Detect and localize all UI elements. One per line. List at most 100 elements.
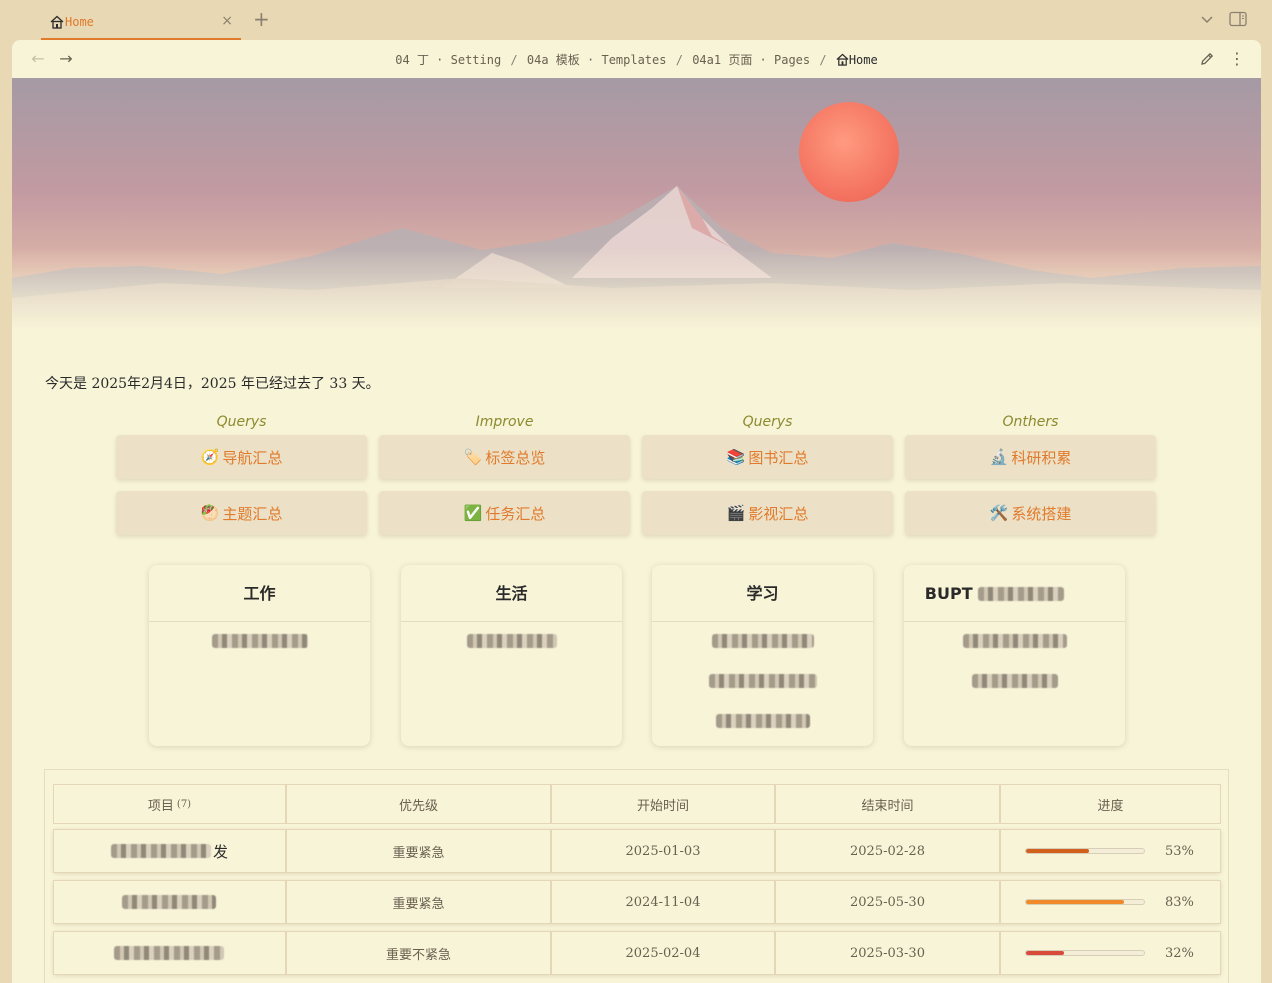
- card-title: BUPT: [904, 565, 1125, 622]
- progress-bar: [1025, 950, 1145, 956]
- tab-bar: Home × +: [0, 0, 1272, 40]
- redacted-text: [110, 844, 211, 858]
- microscope-icon: 🔬: [989, 448, 1009, 466]
- breadcrumb: 04 丁 · Setting / 04a 模板 · Templates / 04…: [12, 51, 1261, 68]
- card-work: 工作: [149, 565, 370, 746]
- priority-cell: 重要紧急: [286, 829, 551, 873]
- column-header-start[interactable]: 开始时间: [551, 784, 775, 824]
- clapperboard-icon: 🎬: [726, 504, 746, 522]
- palette-icon: 🥙: [200, 504, 220, 522]
- card-link[interactable]: [971, 674, 1058, 688]
- research-button[interactable]: 🔬 科研积累: [905, 435, 1156, 479]
- row-count-badge: (7): [176, 798, 192, 810]
- column-heading: Querys: [742, 414, 793, 430]
- header-label: 项目: [147, 798, 174, 814]
- project-cell[interactable]: [53, 931, 286, 975]
- chevron-down-icon[interactable]: [1199, 11, 1215, 27]
- column-header-priority[interactable]: 优先级: [286, 784, 551, 824]
- card-link[interactable]: [708, 674, 817, 688]
- card-link[interactable]: [711, 634, 814, 648]
- film-summary-button[interactable]: 🎬 影视汇总: [642, 491, 893, 535]
- end-date-cell: 2025-02-28: [775, 829, 1000, 873]
- end-date-cell: 2025-03-30: [775, 931, 1000, 975]
- button-label: 图书汇总: [748, 448, 809, 467]
- button-label: 系统搭建: [1011, 504, 1072, 523]
- column-header-project[interactable]: 项目 (7): [53, 784, 286, 824]
- topic-summary-button[interactable]: 🥙 主题汇总: [116, 491, 367, 535]
- tab-title: Home: [65, 15, 94, 29]
- progress-fill: [1026, 951, 1064, 955]
- card-title-text: BUPT: [924, 584, 973, 603]
- book-summary-button[interactable]: 📚 图书汇总: [642, 435, 893, 479]
- tab-close-icon[interactable]: ×: [221, 13, 233, 29]
- card-title: 学习: [652, 565, 873, 622]
- start-date-cell: 2025-01-03: [551, 829, 775, 873]
- column-heading: Onthers: [1002, 414, 1059, 430]
- button-label: 主题汇总: [222, 504, 283, 523]
- card-link[interactable]: [962, 634, 1067, 648]
- view-header: ← → 04 丁 · Setting / 04a 模板 · Templates …: [12, 40, 1261, 78]
- card-link[interactable]: [715, 714, 810, 728]
- start-date-cell: 2024-11-04: [551, 880, 775, 924]
- redacted-text: [113, 946, 224, 960]
- system-build-button[interactable]: 🛠️ 系统搭建: [905, 491, 1156, 535]
- column-header-progress[interactable]: 进度: [1000, 784, 1221, 824]
- edit-pencil-icon[interactable]: [1199, 51, 1215, 67]
- progress-percent: 83%: [1165, 894, 1194, 910]
- sidebar-toggle-icon[interactable]: [1229, 11, 1247, 27]
- breadcrumb-separator: /: [675, 53, 683, 67]
- start-date-cell: 2025-02-04: [551, 931, 775, 975]
- button-label: 影视汇总: [748, 504, 809, 523]
- breadcrumb-separator: /: [510, 53, 518, 67]
- button-label: 标签总览: [485, 448, 546, 467]
- progress-cell: 32%: [1000, 931, 1221, 975]
- compass-icon: 🧭: [200, 448, 220, 466]
- breadcrumb-templates[interactable]: 04a 模板 · Templates: [527, 53, 667, 67]
- checkmark-icon: ✅: [463, 504, 483, 522]
- note-pane: ← → 04 丁 · Setting / 04a 模板 · Templates …: [12, 40, 1261, 983]
- progress-cell: 83%: [1000, 880, 1221, 924]
- card-title: 工作: [149, 565, 370, 622]
- table-header-row: 项目 (7) 优先级 开始时间 结束时间 进度: [53, 784, 1221, 824]
- more-options-icon[interactable]: ⋮: [1229, 49, 1245, 69]
- table-row[interactable]: 重要不紧急 2025-02-04 2025-03-30 32%: [53, 931, 1221, 975]
- column-heading: Querys: [216, 414, 267, 430]
- button-label: 科研积累: [1011, 448, 1072, 467]
- card-bupt: BUPT: [904, 565, 1125, 746]
- project-cell[interactable]: [53, 880, 286, 924]
- card-link[interactable]: [211, 634, 308, 648]
- progress-bar: [1025, 899, 1145, 905]
- progress-fill: [1026, 900, 1124, 904]
- tag-overview-button[interactable]: 🏷️ 标签总览: [379, 435, 630, 479]
- new-tab-icon[interactable]: +: [253, 7, 270, 31]
- banner-image: [12, 78, 1261, 330]
- button-label: 导航汇总: [222, 448, 283, 467]
- column-header-end[interactable]: 结束时间: [775, 784, 1000, 824]
- date-summary: 今天是 2025年2月4日，2025 年已经过去了 33 天。: [45, 376, 380, 392]
- priority-cell: 重要紧急: [286, 880, 551, 924]
- card-title: 生活: [401, 565, 622, 622]
- breadcrumb-current[interactable]: Home: [849, 53, 878, 67]
- breadcrumb-pages[interactable]: 04a1 页面 · Pages: [692, 53, 810, 67]
- tab-home[interactable]: Home ×: [41, 6, 241, 40]
- tag-icon: 🏷️: [463, 448, 483, 466]
- task-summary-button[interactable]: ✅ 任务汇总: [379, 491, 630, 535]
- project-cell[interactable]: 发: [53, 829, 286, 873]
- card-life: 生活: [401, 565, 622, 746]
- card-study: 学习: [652, 565, 873, 746]
- progress-cell: 53%: [1000, 829, 1221, 873]
- button-label: 任务汇总: [485, 504, 546, 523]
- redacted-text: [121, 895, 216, 909]
- progress-percent: 32%: [1165, 945, 1194, 961]
- progress-percent: 53%: [1165, 843, 1194, 859]
- card-link[interactable]: [466, 634, 557, 648]
- home-icon: [836, 53, 849, 66]
- progress-fill: [1026, 849, 1089, 853]
- tools-icon: 🛠️: [989, 504, 1009, 522]
- nav-summary-button[interactable]: 🧭 导航汇总: [116, 435, 367, 479]
- breadcrumb-setting[interactable]: 04 丁 · Setting: [395, 53, 501, 67]
- home-icon: [50, 15, 64, 29]
- priority-cell: 重要不紧急: [286, 931, 551, 975]
- table-row[interactable]: 发 重要紧急 2025-01-03 2025-02-28 53%: [53, 829, 1221, 873]
- table-row[interactable]: 重要紧急 2024-11-04 2025-05-30 83%: [53, 880, 1221, 924]
